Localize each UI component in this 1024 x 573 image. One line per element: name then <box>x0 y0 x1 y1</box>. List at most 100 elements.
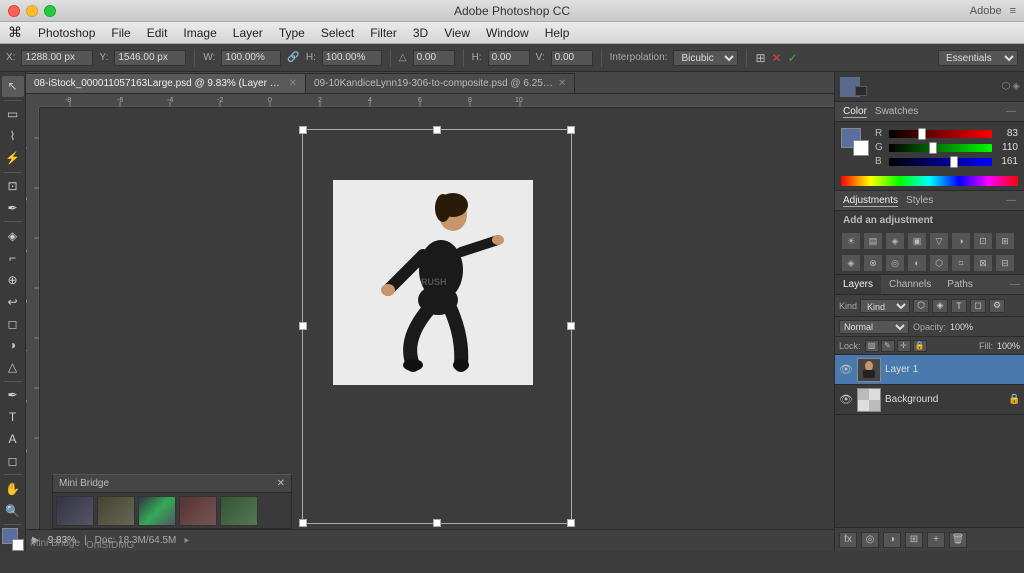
r-thumb[interactable] <box>918 128 926 140</box>
menu-3d[interactable]: 3D <box>405 22 436 43</box>
g-thumb[interactable] <box>929 142 937 154</box>
transform-handle-ml[interactable] <box>299 322 307 330</box>
color-spectrum[interactable] <box>841 176 1018 186</box>
tool-zoom[interactable]: 🔍 <box>2 500 24 521</box>
menu-select[interactable]: Select <box>313 22 362 43</box>
warp-icon[interactable]: ⊞ <box>755 51 765 65</box>
tool-brush[interactable]: ⌐ <box>2 247 24 268</box>
adj-gmap[interactable]: ⊠ <box>973 254 993 272</box>
adj-vibrance[interactable]: ▽ <box>929 232 949 250</box>
tab-close1[interactable]: ✕ <box>289 78 297 89</box>
tool-move[interactable]: ↖ <box>2 76 24 97</box>
background-visibility[interactable]: 👁 <box>839 393 853 407</box>
layer-adj-button[interactable]: ◑ <box>883 532 901 548</box>
y-input[interactable] <box>114 50 186 66</box>
tab-layers[interactable]: Layers <box>835 275 881 294</box>
rot-input[interactable] <box>413 50 455 66</box>
minimize-button[interactable] <box>26 5 38 17</box>
tool-eyedropper[interactable]: ✒ <box>2 198 24 219</box>
bg-color-swatch[interactable] <box>855 86 867 96</box>
tab-document2[interactable]: 09-10KandiceLynn19-306-to-composite.psd … <box>306 73 575 93</box>
layer-mask-button[interactable]: ◎ <box>861 532 879 548</box>
tab-swatches[interactable]: Swatches <box>875 106 918 117</box>
layer-group-button[interactable]: ⊞ <box>905 532 923 548</box>
tool-path-select[interactable]: A <box>2 429 24 450</box>
tool-type[interactable]: T <box>2 407 24 428</box>
b-thumb[interactable] <box>950 156 958 168</box>
menu-view[interactable]: View <box>436 22 478 43</box>
status-arrow-right[interactable]: ▸ <box>184 535 189 546</box>
v-input[interactable] <box>551 50 593 66</box>
delete-layer-button[interactable]: 🗑 <box>949 532 967 548</box>
tab-color[interactable]: Color <box>843 106 867 118</box>
tab-close2[interactable]: ✕ <box>558 78 566 89</box>
x-input[interactable] <box>21 50 93 66</box>
b-slider[interactable] <box>889 158 992 166</box>
tab-paths[interactable]: Paths <box>939 275 981 294</box>
layers-kind-select[interactable]: Kind <box>860 299 910 313</box>
transform-handle-bc[interactable] <box>433 519 441 527</box>
panel-icon2[interactable]: ◈ <box>1012 81 1020 92</box>
thumb-4[interactable] <box>179 496 217 526</box>
layer-filter-pixel[interactable]: ⬡ <box>913 299 929 313</box>
tool-pen[interactable]: ✒ <box>2 385 24 406</box>
adj-curves[interactable]: ◈ <box>885 232 905 250</box>
adj-exposure[interactable]: ▣ <box>907 232 927 250</box>
tool-shape[interactable]: ◻ <box>2 451 24 472</box>
layer-item-background[interactable]: 👁 Background 🔒 <box>835 385 1024 415</box>
tool-hand[interactable]: ✋ <box>2 478 24 499</box>
tool-clone[interactable]: ⊕ <box>2 269 24 290</box>
blend-mode-select[interactable]: Normal <box>839 320 909 334</box>
tool-crop[interactable]: ⊡ <box>2 176 24 197</box>
lock-position[interactable]: ✛ <box>897 340 911 352</box>
thumb-3[interactable] <box>138 496 176 526</box>
tab-document1[interactable]: 08-iStock_000011057163Large.psd @ 9.83% … <box>26 73 306 93</box>
lock-all[interactable]: 🔒 <box>913 340 927 352</box>
background-color-swatch[interactable] <box>853 140 869 156</box>
layer-filter-shape[interactable]: ◻ <box>970 299 986 313</box>
interpolation-select[interactable]: Bicubic <box>673 50 738 66</box>
layer-item-1[interactable]: 👁 Layer 1 <box>835 355 1024 385</box>
adj-thresh[interactable]: ⌗ <box>951 254 971 272</box>
close-button[interactable] <box>8 5 20 17</box>
layer-filter-smart[interactable]: ⚙ <box>989 299 1005 313</box>
lock-transparent[interactable]: ▨ <box>865 340 879 352</box>
fg-bg-colors[interactable] <box>841 128 869 156</box>
transform-handle-tl[interactable] <box>299 126 307 134</box>
menu-icon[interactable]: ≡ <box>1010 5 1016 17</box>
menu-edit[interactable]: Edit <box>139 22 176 43</box>
adobe-icon[interactable]: Adobe <box>970 5 1002 17</box>
layer-filter-adj[interactable]: ◈ <box>932 299 948 313</box>
menu-window[interactable]: Window <box>478 22 537 43</box>
maximize-button[interactable] <box>44 5 56 17</box>
menu-filter[interactable]: Filter <box>362 22 405 43</box>
adj-photo[interactable]: ◈ <box>841 254 861 272</box>
link-icon[interactable]: 🔗 <box>287 52 299 63</box>
tool-gradient[interactable]: ◑ <box>2 335 24 356</box>
tool-healing[interactable]: ◈ <box>2 225 24 246</box>
transform-handle-br[interactable] <box>567 519 575 527</box>
layers-collapse[interactable]: — <box>1006 279 1024 290</box>
adj-cb[interactable]: ⊡ <box>973 232 993 250</box>
adj-cl[interactable]: ◎ <box>885 254 905 272</box>
transform-handle-bl[interactable] <box>299 519 307 527</box>
thumb-5[interactable] <box>220 496 258 526</box>
panel-icon1[interactable]: ⬡ <box>1002 81 1011 92</box>
tab-channels[interactable]: Channels <box>881 275 939 294</box>
g-slider[interactable] <box>889 144 992 152</box>
adj-bw[interactable]: ⊞ <box>995 232 1015 250</box>
w-input[interactable] <box>221 50 281 66</box>
mini-bridge-close[interactable]: ✕ <box>277 478 285 489</box>
tool-dodge[interactable]: △ <box>2 357 24 378</box>
adj-cm[interactable]: ⊗ <box>863 254 883 272</box>
transform-handle-tr[interactable] <box>567 126 575 134</box>
menu-layer[interactable]: Layer <box>225 22 271 43</box>
tool-magic-wand[interactable]: ⚡ <box>2 148 24 169</box>
layer-fx-button[interactable]: fx <box>839 532 857 548</box>
menu-help[interactable]: Help <box>537 22 578 43</box>
apple-menu[interactable]: ⌘ <box>0 22 30 43</box>
thumb-1[interactable] <box>56 496 94 526</box>
tool-eraser[interactable]: ◻ <box>2 313 24 334</box>
lock-pixels[interactable]: ✎ <box>881 340 895 352</box>
adj-panel-collapse[interactable]: — <box>1006 195 1016 206</box>
